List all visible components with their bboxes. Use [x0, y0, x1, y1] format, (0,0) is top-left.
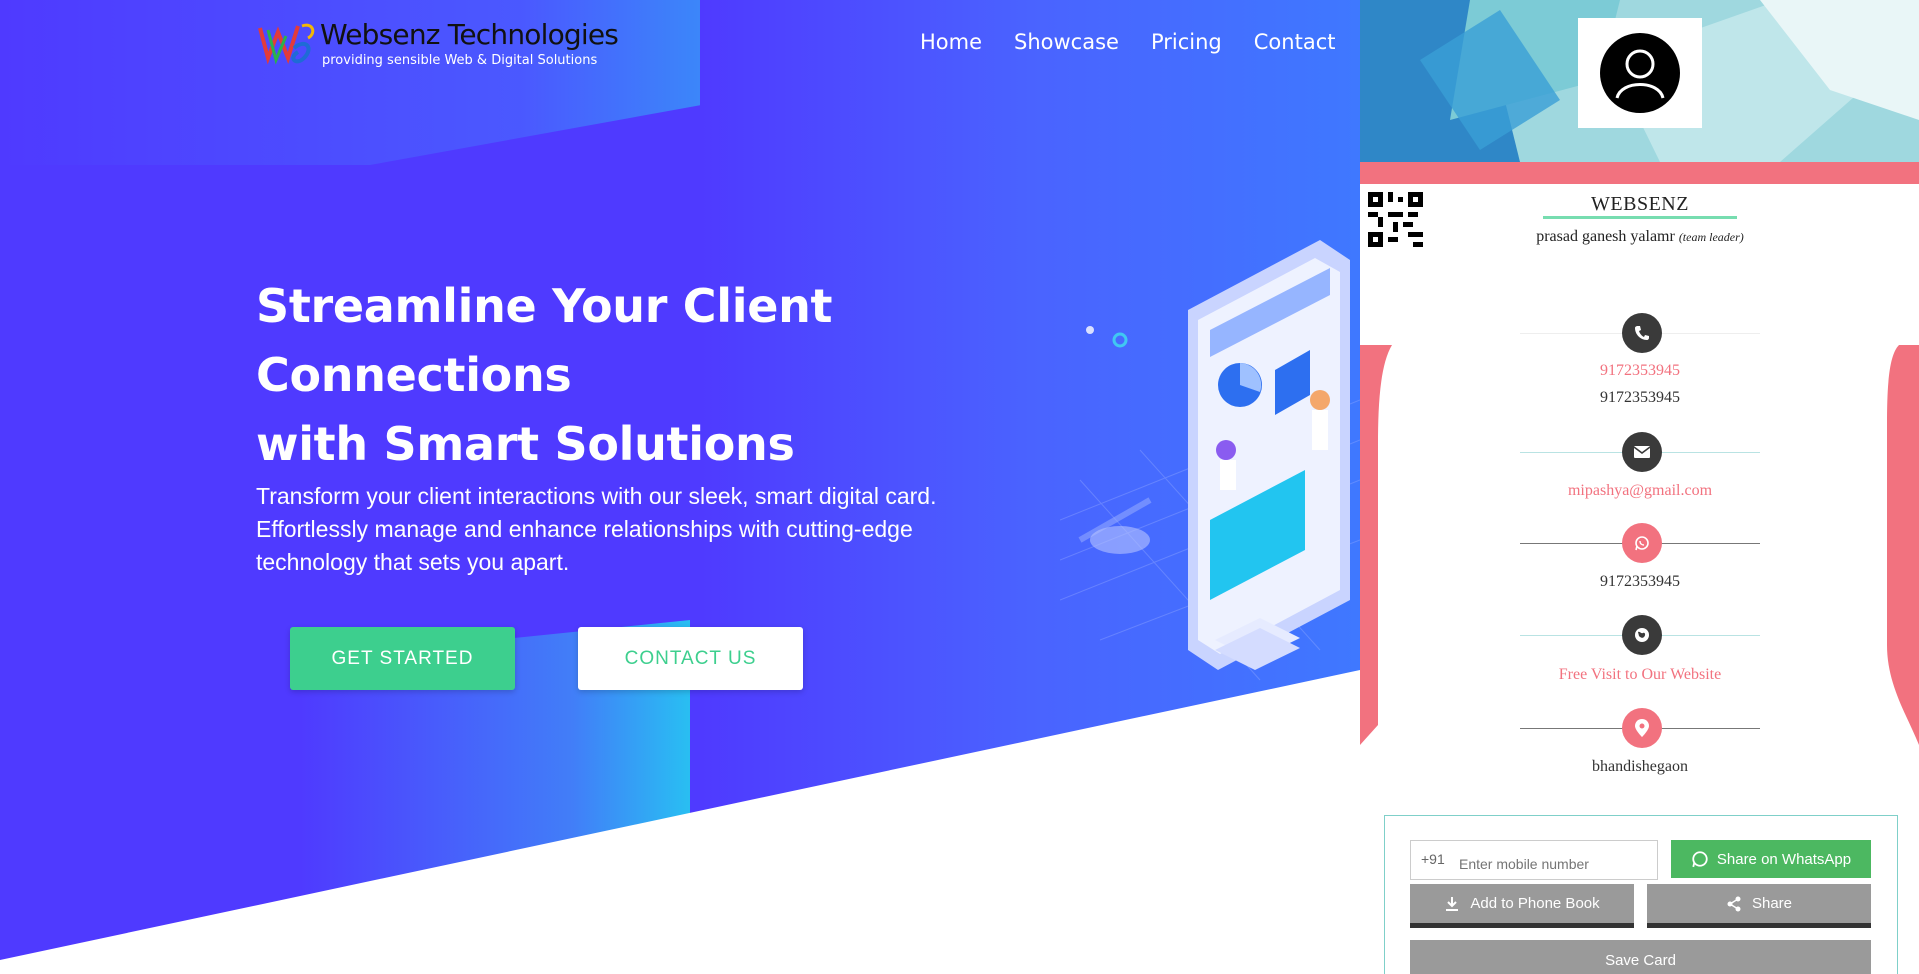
get-started-button[interactable]: GET STARTED [290, 627, 515, 690]
nav-link-home[interactable]: Home [920, 30, 982, 54]
phone-primary[interactable]: 9172353945 [1480, 362, 1800, 380]
right-side-accent [1887, 345, 1919, 745]
card-brand-name: WEBSENZ [1591, 193, 1689, 215]
email-link[interactable]: mipashya@gmail.com [1480, 482, 1800, 500]
digital-card-panel: WEBSENZ prasad ganesh yalamr (team leade… [1360, 0, 1919, 974]
whatsapp-icon[interactable] [1622, 523, 1662, 563]
main-nav: Home Showcase Pricing Contact [920, 30, 1335, 54]
hero-subtext-line-1: Transform your client interactions with … [256, 483, 937, 509]
envelope-icon[interactable] [1622, 432, 1662, 472]
save-card-button[interactable]: Save Card [1410, 940, 1871, 974]
card-accent-bar [1360, 162, 1919, 184]
map-pin-icon[interactable] [1622, 708, 1662, 748]
contact-us-button[interactable]: CONTACT US [578, 627, 803, 690]
add-to-phone-book-label: Add to Phone Book [1470, 895, 1600, 912]
card-person: prasad ganesh yalamr (team leader) [1490, 228, 1790, 246]
hero-headline-line-2: Connections [256, 348, 572, 402]
logo-mark-icon [258, 23, 315, 65]
hero-subtext-line-2: Effortlessly manage and enhance relation… [256, 516, 913, 542]
person-role: (team leader) [1678, 230, 1744, 244]
whatsapp-number[interactable]: 9172353945 [1480, 573, 1800, 591]
person-name: prasad ganesh yalamr [1536, 228, 1675, 245]
download-icon [1446, 896, 1459, 911]
location-text: bhandishegaon [1592, 758, 1688, 775]
brand-logo[interactable]: Websenz Technologies providing sensible … [258, 16, 619, 76]
hero-headline: Streamline Your Client Connections with … [256, 272, 956, 479]
hero-headline-line-3: with Smart Solutions [256, 417, 795, 471]
globe-icon[interactable] [1622, 615, 1662, 655]
hero-subtext: Transform your client interactions with … [256, 480, 976, 579]
hero-illustration [1060, 240, 1360, 681]
hero-subtext-line-3: technology that sets you apart. [256, 549, 570, 575]
logo-tagline: providing sensible Web & Digital Solutio… [322, 53, 598, 68]
share-button[interactable]: Share [1647, 884, 1871, 928]
logo-title: Websenz Technologies [320, 18, 619, 51]
brand-underline [1543, 216, 1737, 219]
mobile-number-group: +91 [1410, 840, 1658, 880]
whatsapp-icon [1692, 851, 1708, 868]
nav-link-contact[interactable]: Contact [1254, 30, 1336, 54]
website-link[interactable]: Free Visit to Our Website [1480, 666, 1800, 684]
share-icon [1727, 896, 1741, 911]
hero-headline-line-1: Streamline Your Client [256, 279, 833, 333]
left-side-accent [1360, 345, 1392, 745]
mobile-number-input[interactable] [1459, 845, 1649, 875]
share-on-whatsapp-button[interactable]: Share on WhatsApp [1671, 840, 1871, 878]
nav-link-showcase[interactable]: Showcase [1014, 30, 1119, 54]
phone-secondary: 9172353945 [1600, 389, 1680, 406]
share-label: Share [1751, 895, 1793, 912]
nav-link-pricing[interactable]: Pricing [1151, 30, 1222, 54]
country-code: +91 [1421, 851, 1445, 867]
user-avatar-icon [1600, 33, 1680, 113]
phone-icon[interactable] [1622, 313, 1662, 353]
profile-photo[interactable] [1578, 18, 1702, 128]
qr-code-icon[interactable] [1368, 192, 1423, 247]
share-on-whatsapp-label: Share on WhatsApp [1716, 850, 1852, 868]
add-to-phone-book-button[interactable]: Add to Phone Book [1410, 884, 1634, 928]
